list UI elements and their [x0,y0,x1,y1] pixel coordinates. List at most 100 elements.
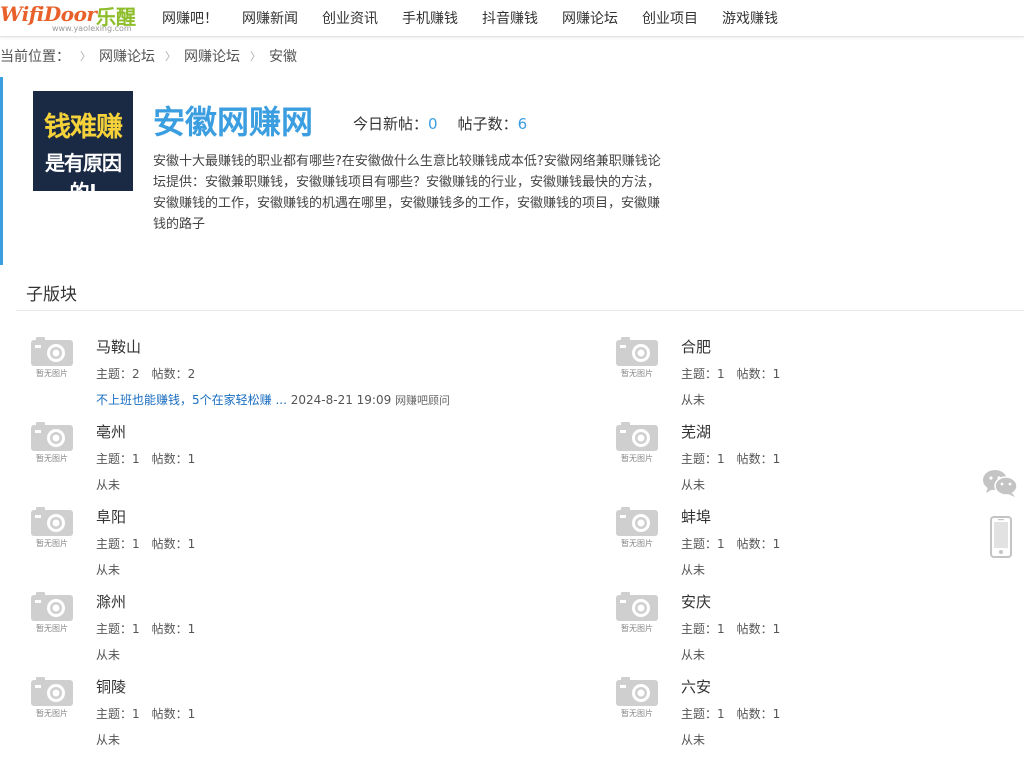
no-image-icon[interactable]: 暂无图片 [613,587,661,635]
subforum-meta: 主题：1 帖数：1 [681,452,781,466]
nav-item-startup-info[interactable]: 创业资讯 [310,0,390,37]
subforum-card: 暂无图片 六安 主题：1 帖数：1 从未 [613,670,1024,750]
top-navbar: WifiDoor 乐醒 www.yaolexing.com 网赚吧！ 网赚新闻 … [0,0,1024,37]
no-image-icon[interactable]: 暂无图片 [28,417,76,465]
no-image-icon[interactable]: 暂无图片 [613,672,661,720]
total-posts-label: 帖子数： [457,115,518,133]
no-image-caption: 暂无图片 [36,369,68,378]
no-image-caption: 暂无图片 [36,454,68,463]
subforum-card: 暂无图片 合肥 主题：1 帖数：1 从未 [613,330,1024,410]
subforum-meta: 主题：1 帖数：1 [681,622,781,636]
breadcrumb: 当前位置： 〉 网赚论坛 〉 网赚论坛 〉 安徽 [0,45,297,69]
nav-item-douyin-earn[interactable]: 抖音赚钱 [470,0,550,37]
subforum-last-post: 从未 [681,563,706,577]
no-image-icon[interactable]: 暂无图片 [28,332,76,380]
chevron-right-icon: 〉 [80,50,91,63]
subforum-last-post: 从未 [681,393,706,407]
subforum-name[interactable]: 芜湖 [681,421,711,442]
wechat-icon[interactable] [982,468,1018,502]
subforum-last-post: 不上班也能赚钱，5个在家轻松赚 ... 2024-8-21 19:09 网赚吧顾… [96,391,450,408]
nav-item-game-earn[interactable]: 游戏赚钱 [710,0,790,37]
subforum-name[interactable]: 马鞍山 [96,336,141,357]
subforum-card: 暂无图片 亳州 主题：1 帖数：1 从未 [28,415,528,495]
subforum-meta: 主题：1 帖数：1 [681,367,781,381]
subforum-card: 暂无图片 马鞍山 主题：2 帖数：2 不上班也能赚钱，5个在家轻松赚 ... 2… [28,330,528,410]
nav-item-news[interactable]: 网赚新闻 [230,0,310,37]
forum-logo: 钱难赚 是有原因的! [33,91,133,191]
subforum-card: 暂无图片 滁州 主题：1 帖数：1 从未 [28,585,528,665]
last-post-user[interactable]: 网赚吧顾问 [395,394,450,407]
no-image-caption: 暂无图片 [36,539,68,548]
today-posts-label: 今日新帖： [353,115,429,133]
subforum-name[interactable]: 六安 [681,676,711,697]
chevron-right-icon: 〉 [165,50,176,63]
chevron-right-icon: 〉 [250,50,261,63]
subforum-card: 暂无图片 安庆 主题：1 帖数：1 从未 [613,585,1024,665]
forum-logo-line1: 钱难赚 [44,112,123,143]
no-image-caption: 暂无图片 [621,369,653,378]
breadcrumb-label: 当前位置： [0,49,70,65]
subforum-meta: 主题：1 帖数：1 [96,622,196,636]
subforum-name[interactable]: 蚌埠 [681,506,711,527]
today-posts-value: 0 [428,115,438,133]
subforum-last-post: 从未 [681,733,706,747]
subforum-name[interactable]: 安庆 [681,591,711,612]
divider [16,310,1024,311]
subforum-card: 暂无图片 铜陵 主题：1 帖数：1 从未 [28,670,528,750]
forum-logo-line2: 是有原因的! [45,151,122,191]
total-posts-stat: 帖子数：6 [458,113,528,134]
subforum-meta: 主题：2 帖数：2 [96,367,196,381]
subforum-card: 暂无图片 蚌埠 主题：1 帖数：1 从未 [613,500,1024,580]
no-image-caption: 暂无图片 [621,539,653,548]
no-image-icon[interactable]: 暂无图片 [28,587,76,635]
subforum-name[interactable]: 滁州 [96,591,126,612]
subforum-meta: 主题：1 帖数：1 [681,537,781,551]
mobile-icon[interactable] [990,516,1012,562]
subforum-name[interactable]: 合肥 [681,336,711,357]
breadcrumb-item-forum-2[interactable]: 网赚论坛 [184,45,240,69]
no-image-icon[interactable]: 暂无图片 [613,417,661,465]
subforum-card: 暂无图片 芜湖 主题：1 帖数：1 从未 [613,415,1024,495]
main-nav: 网赚吧！ 网赚新闻 创业资讯 手机赚钱 抖音赚钱 网赚论坛 创业项目 游戏赚钱 [150,0,790,37]
last-post-time: 2024-8-21 19:09 [290,393,392,407]
no-image-caption: 暂无图片 [36,709,68,718]
subforum-heading: 子版块 [26,285,77,305]
today-posts-stat: 今日新帖：0 [353,113,438,134]
no-image-icon[interactable]: 暂无图片 [28,502,76,550]
breadcrumb-item-forum-1[interactable]: 网赚论坛 [99,45,155,69]
subforum-last-post: 从未 [681,648,706,662]
subforum-name[interactable]: 铜陵 [96,676,126,697]
no-image-icon[interactable]: 暂无图片 [28,672,76,720]
breadcrumb-item-anhui[interactable]: 安徽 [269,45,297,69]
nav-item-startup-projects[interactable]: 创业项目 [630,0,710,37]
nav-item-wangzhuanba[interactable]: 网赚吧！ [150,0,230,37]
forum-header: 钱难赚 是有原因的! 安徽网赚网 今日新帖：0 帖子数：6 安徽十大最赚钱的职业… [0,77,1024,265]
site-logo[interactable]: WifiDoor 乐醒 www.yaolexing.com [0,2,140,36]
subforum-last-post: 从未 [96,563,121,577]
subforum-name[interactable]: 阜阳 [96,506,126,527]
no-image-caption: 暂无图片 [36,624,68,633]
subforum-card: 暂无图片 阜阳 主题：1 帖数：1 从未 [28,500,528,580]
subforum-last-post: 从未 [96,648,121,662]
total-posts-value: 6 [517,115,528,133]
subforum-last-post: 从未 [96,733,121,747]
nav-item-mobile-earn[interactable]: 手机赚钱 [390,0,470,37]
subforum-meta: 主题：1 帖数：1 [96,537,196,551]
subforum-last-post: 从未 [96,478,121,492]
no-image-icon[interactable]: 暂无图片 [613,332,661,380]
no-image-caption: 暂无图片 [621,709,653,718]
forum-title: 安徽网赚网 [153,103,314,141]
subforum-name[interactable]: 亳州 [96,421,126,442]
logo-domain: www.yaolexing.com [52,24,132,33]
subforum-meta: 主题：1 帖数：1 [681,707,781,721]
logo-brand: WifiDoor [0,2,97,26]
last-post-link[interactable]: 不上班也能赚钱，5个在家轻松赚 ... [96,393,287,407]
forum-stats: 今日新帖：0 帖子数：6 [353,113,547,134]
nav-item-forum[interactable]: 网赚论坛 [550,0,630,37]
subforum-meta: 主题：1 帖数：1 [96,707,196,721]
no-image-caption: 暂无图片 [621,624,653,633]
no-image-icon[interactable]: 暂无图片 [613,502,661,550]
subforum-last-post: 从未 [681,478,706,492]
no-image-caption: 暂无图片 [621,454,653,463]
subforum-meta: 主题：1 帖数：1 [96,452,196,466]
